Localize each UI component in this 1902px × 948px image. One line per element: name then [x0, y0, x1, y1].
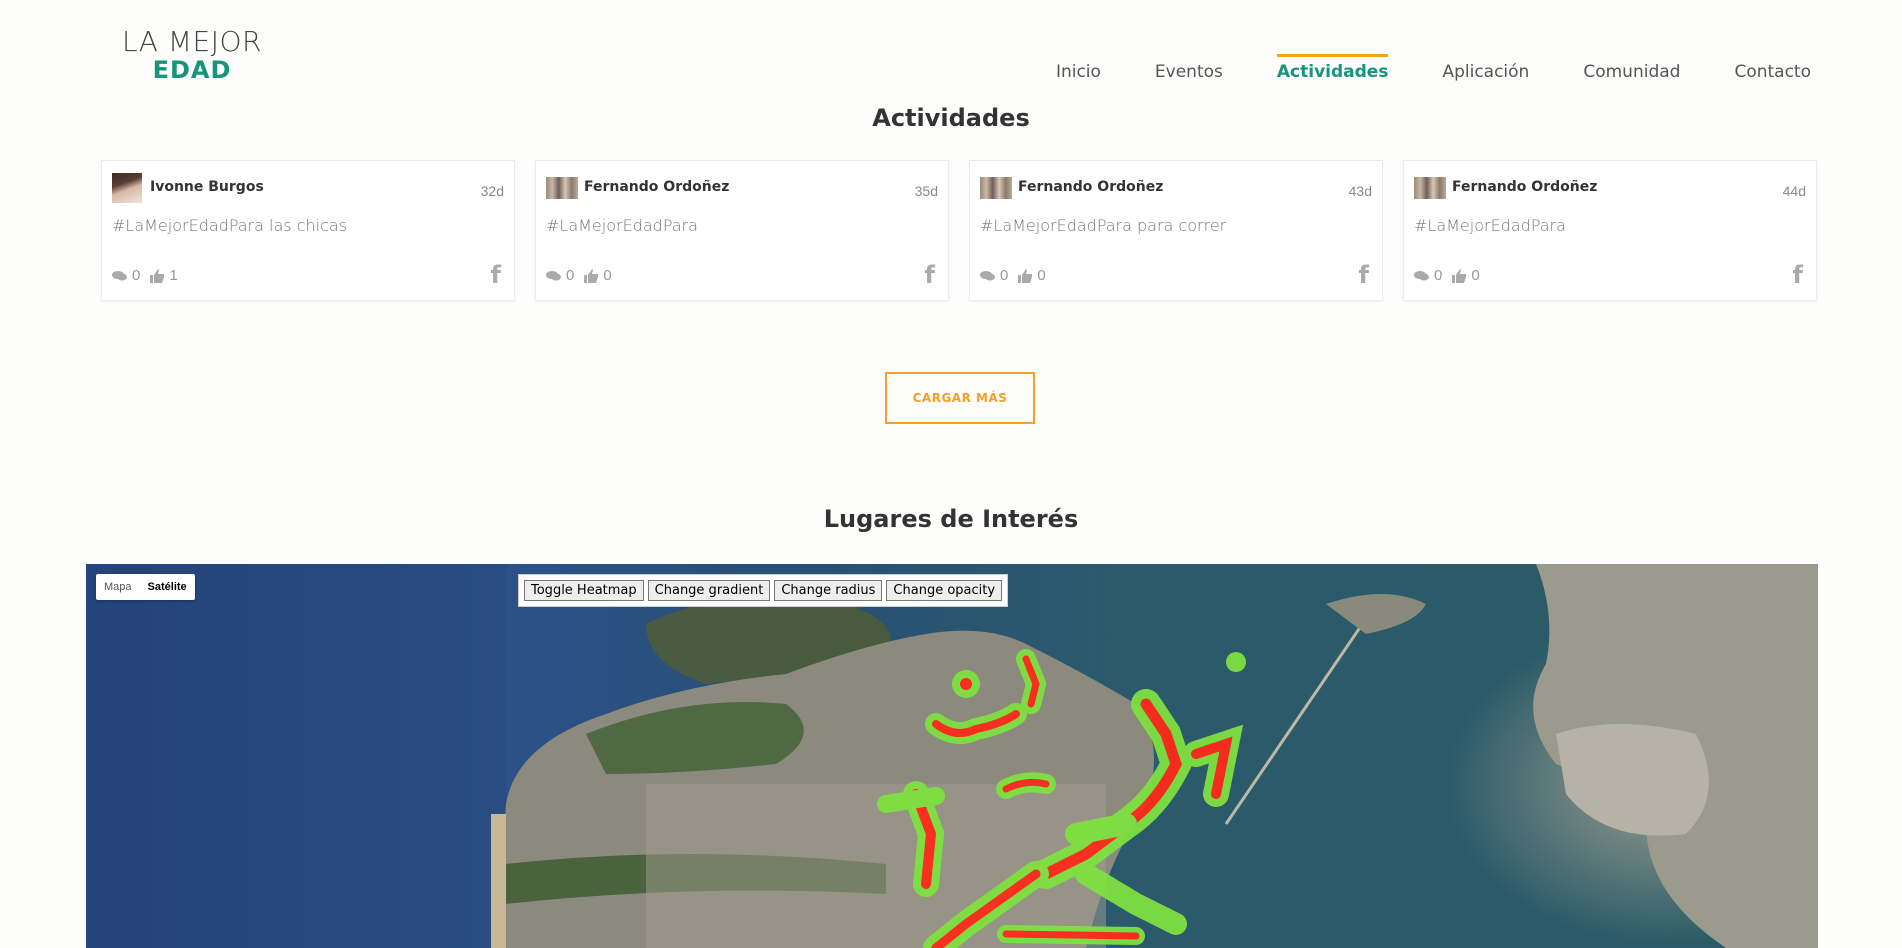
activity-card[interactable]: Fernando Ordoñez 43d #LaMejorEdadPara pa… [969, 160, 1383, 301]
facebook-icon[interactable]: f [925, 261, 935, 289]
heatmap-map[interactable]: Mapa Satélite Toggle Heatmap Change grad… [86, 564, 1818, 948]
likes-count: 0 [1471, 267, 1480, 284]
avatar [112, 173, 142, 203]
comments-icon [980, 270, 995, 280]
comments-count: 0 [566, 267, 575, 284]
post-text: #LaMejorEdadPara las chicas [112, 216, 348, 235]
nav-actividades[interactable]: Actividades [1276, 54, 1388, 82]
satellite-imagery [86, 564, 1818, 948]
comments-count: 0 [1434, 267, 1443, 284]
post-time: 44d [1782, 183, 1806, 199]
likes-stat[interactable]: 0 [584, 267, 612, 284]
facebook-icon[interactable]: f [1793, 261, 1803, 289]
likes-count: 0 [1037, 267, 1046, 284]
comments-icon [546, 270, 561, 280]
change-radius-button[interactable]: Change radius [774, 580, 883, 601]
avatar [980, 177, 1012, 199]
comments-icon [112, 270, 127, 280]
author-name[interactable]: Fernando Ordoñez [1452, 179, 1597, 195]
nav-comunidad[interactable]: Comunidad [1583, 56, 1680, 82]
likes-count: 1 [169, 267, 178, 284]
likes-stat[interactable]: 1 [150, 267, 178, 284]
post-time: 43d [1348, 183, 1372, 199]
comments-icon [1414, 270, 1429, 280]
comments-stat[interactable]: 0 [546, 267, 574, 284]
logo-top-text: LA MEJOR [122, 25, 262, 58]
post-stats: 0 1 [112, 267, 188, 284]
thumbs-up-icon [150, 268, 165, 283]
post-time: 35d [914, 183, 938, 199]
activity-cards: Ivonne Burgos 32d #LaMejorEdadPara las c… [101, 160, 1817, 301]
activity-card[interactable]: Ivonne Burgos 32d #LaMejorEdadPara las c… [101, 160, 515, 301]
nav-aplicacion[interactable]: Aplicación [1442, 56, 1529, 82]
likes-count: 0 [603, 267, 612, 284]
author-name[interactable]: Fernando Ordoñez [584, 179, 729, 195]
map-type-map[interactable]: Mapa [96, 574, 140, 600]
author-name[interactable]: Ivonne Burgos [150, 179, 264, 195]
avatar [546, 177, 578, 199]
comments-count: 0 [132, 267, 141, 284]
activity-card[interactable]: Fernando Ordoñez 35d #LaMejorEdadPara 0 … [535, 160, 949, 301]
post-time: 32d [480, 183, 504, 199]
comments-stat[interactable]: 0 [980, 267, 1008, 284]
comments-stat[interactable]: 0 [112, 267, 140, 284]
change-opacity-button[interactable]: Change opacity [886, 580, 1003, 601]
facebook-icon[interactable]: f [491, 261, 501, 289]
comments-count: 0 [1000, 267, 1009, 284]
map-type-satellite[interactable]: Satélite [140, 574, 195, 600]
map-type-control: Mapa Satélite [96, 574, 195, 600]
toggle-heatmap-button[interactable]: Toggle Heatmap [524, 580, 644, 601]
post-text: #LaMejorEdadPara para correr [980, 216, 1227, 235]
change-gradient-button[interactable]: Change gradient [647, 580, 771, 601]
nav-contacto[interactable]: Contacto [1734, 56, 1811, 82]
likes-stat[interactable]: 0 [1452, 267, 1480, 284]
activity-card[interactable]: Fernando Ordoñez 44d #LaMejorEdadPara 0 … [1403, 160, 1817, 301]
activities-title: Actividades [872, 104, 1030, 132]
post-text: #LaMejorEdadPara [546, 216, 698, 235]
nav-eventos[interactable]: Eventos [1155, 56, 1223, 82]
post-stats: 0 0 [1414, 267, 1490, 284]
post-text: #LaMejorEdadPara [1414, 216, 1566, 235]
thumbs-up-icon [584, 268, 599, 283]
facebook-icon[interactable]: f [1359, 261, 1369, 289]
comments-stat[interactable]: 0 [1414, 267, 1442, 284]
nav-inicio[interactable]: Inicio [1056, 56, 1101, 82]
logo[interactable]: LA MEJOR EDAD [117, 25, 267, 84]
author-name[interactable]: Fernando Ordoñez [1018, 179, 1163, 195]
thumbs-up-icon [1018, 268, 1033, 283]
heatmap-controls: Toggle Heatmap Change gradient Change ra… [518, 574, 1009, 607]
load-more-button[interactable]: CARGAR MÁS [885, 372, 1035, 424]
logo-bottom-text: EDAD [152, 56, 232, 84]
likes-stat[interactable]: 0 [1018, 267, 1046, 284]
post-stats: 0 0 [546, 267, 622, 284]
site-header: LA MEJOR EDAD Inicio Eventos Actividades… [0, 0, 1902, 100]
avatar [1414, 177, 1446, 199]
places-title: Lugares de Interés [823, 505, 1079, 533]
thumbs-up-icon [1452, 268, 1467, 283]
main-nav: Inicio Eventos Actividades Aplicación Co… [1002, 54, 1811, 82]
post-stats: 0 0 [980, 267, 1056, 284]
